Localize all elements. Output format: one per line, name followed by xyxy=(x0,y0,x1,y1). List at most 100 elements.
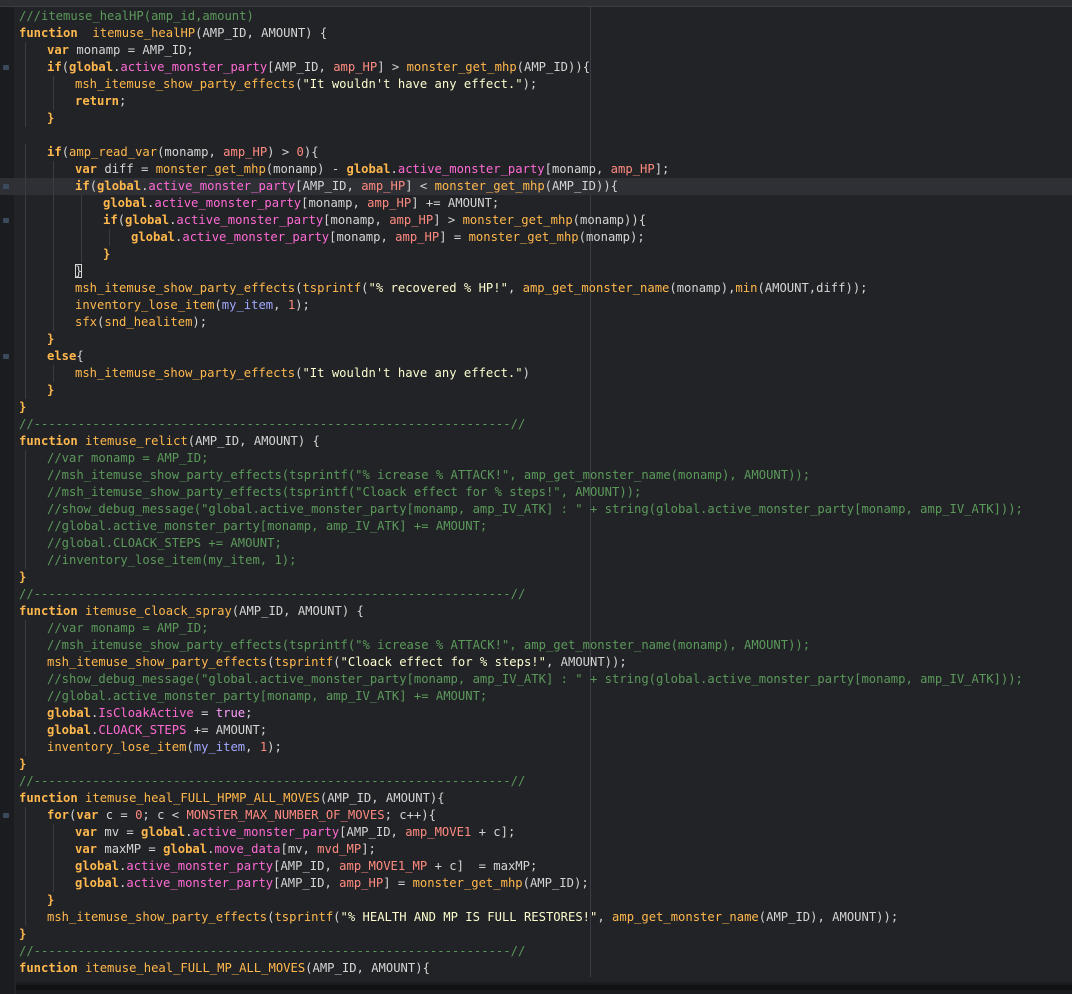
code-line[interactable]: var mv = global.active_monster_party[AMP… xyxy=(0,824,1072,841)
code-token: min xyxy=(735,281,758,295)
code-line[interactable]: //global.active_monster_party[monamp, am… xyxy=(0,688,1072,705)
code-editor[interactable]: ///itemuse_healHP(amp_id,amount) function… xyxy=(0,0,1072,994)
code-line[interactable]: } xyxy=(0,110,1072,127)
fold-marker-icon[interactable] xyxy=(3,813,9,818)
code-line[interactable]: ///itemuse_healHP(amp_id,amount) xyxy=(0,8,1072,25)
code-line[interactable]: //show_debug_message("global.active_mons… xyxy=(0,501,1072,518)
code-token: monster_get_mhp xyxy=(462,213,573,227)
code-line[interactable]: } xyxy=(0,926,1072,943)
code-line[interactable]: //--------------------------------------… xyxy=(0,416,1072,433)
code-line[interactable]: msh_itemuse_show_party_effects("It would… xyxy=(0,76,1072,93)
code-line[interactable]: function itemuse_healHP(AMP_ID, AMOUNT) … xyxy=(0,25,1072,42)
editor-top-border xyxy=(0,0,1072,7)
fold-marker-icon[interactable] xyxy=(3,218,9,223)
code-line[interactable]: //msh_itemuse_show_party_effects(tsprint… xyxy=(0,484,1072,501)
code-line[interactable]: function itemuse_heal_FULL_HPMP_ALL_MOVE… xyxy=(0,790,1072,807)
code-line[interactable]: global.active_monster_party[AMP_ID, amp_… xyxy=(0,858,1072,875)
code-text: //show_debug_message("global.active_mons… xyxy=(19,502,1023,516)
code-line[interactable]: global.CLOACK_STEPS += AMOUNT; xyxy=(0,722,1072,739)
code-token: ; xyxy=(119,94,127,108)
code-line[interactable]: global.active_monster_party[monamp, amp_… xyxy=(0,229,1072,246)
code-line[interactable]: //show_debug_message("global.active_mons… xyxy=(0,671,1072,688)
code-text: } xyxy=(19,247,110,261)
code-token: inventory_lose_item xyxy=(75,298,215,312)
code-line[interactable]: return; xyxy=(0,93,1072,110)
code-line[interactable]: function itemuse_cloack_spray(AMP_ID, AM… xyxy=(0,603,1072,620)
code-token: (AMP_ID); xyxy=(522,876,589,890)
code-line[interactable]: function itemuse_relict(AMP_ID, AMOUNT) … xyxy=(0,433,1072,450)
code-line[interactable]: } xyxy=(0,399,1072,416)
code-line[interactable]: //msh_itemuse_show_party_effects(tsprint… xyxy=(0,637,1072,654)
code-token: ( xyxy=(61,60,70,74)
code-line[interactable]: } xyxy=(0,569,1072,586)
code-line[interactable]: else{ xyxy=(0,348,1072,365)
code-text: //--------------------------------------… xyxy=(19,944,525,958)
code-token: msh_itemuse_show_party_effects xyxy=(47,910,268,924)
code-line[interactable]: } xyxy=(0,246,1072,263)
code-line[interactable]: var maxMP = global.move_data[mv, mvd_MP]… xyxy=(0,841,1072,858)
code-line[interactable]: //--------------------------------------… xyxy=(0,773,1072,790)
indent-guide xyxy=(53,212,54,229)
code-line[interactable]: } xyxy=(0,263,1072,280)
code-token: monster_get_mhp xyxy=(406,60,517,74)
code-line[interactable]: for(var c = 0; c < MONSTER_MAX_NUMBER_OF… xyxy=(0,807,1072,824)
code-line[interactable]: msh_itemuse_show_party_effects(tsprintf(… xyxy=(0,909,1072,926)
code-token: amp_HP xyxy=(361,179,406,193)
code-line[interactable] xyxy=(0,127,1072,144)
code-token: msh_itemuse_show_party_effects xyxy=(75,281,296,295)
code-text: msh_itemuse_show_party_effects("It would… xyxy=(19,366,530,380)
code-line[interactable]: function itemuse_heal_FULL_MP_ALL_MOVES(… xyxy=(0,960,1072,977)
code-token: snd_healitem xyxy=(104,315,193,329)
code-line[interactable]: } xyxy=(0,892,1072,909)
code-text: msh_itemuse_show_party_effects (tsprintf (… xyxy=(19,910,898,924)
code-line[interactable]: //--------------------------------------… xyxy=(0,586,1072,603)
code-line[interactable]: //var monamp = AMP_ID; xyxy=(0,620,1072,637)
code-line[interactable]: } xyxy=(0,331,1072,348)
code-line[interactable]: if(global.active_monster_party[AMP_ID, a… xyxy=(0,59,1072,76)
fold-marker-icon[interactable] xyxy=(3,65,9,70)
code-line[interactable]: //global.active_monster_party[monamp, am… xyxy=(0,518,1072,535)
code-token: [AMP_ID, xyxy=(267,60,334,74)
code-line[interactable]: global.IsCloakActive = true; xyxy=(0,705,1072,722)
code-line[interactable]: //var monamp = AMP_ID; xyxy=(0,450,1072,467)
code-line[interactable]: } xyxy=(0,756,1072,773)
fold-marker-icon[interactable] xyxy=(3,184,9,189)
code-token: monster_get_mhp xyxy=(434,179,545,193)
code-line[interactable]: if(global.active_monster_party[AMP_ID, a… xyxy=(0,178,1072,195)
code-line[interactable]: inventory_lose_item(my_item, 1); xyxy=(0,297,1072,314)
code-line[interactable]: msh_itemuse_show_party_effects(tsprintf(… xyxy=(0,654,1072,671)
horizontal-scrollbar[interactable] xyxy=(16,982,1072,994)
code-token: ]; xyxy=(654,162,670,176)
code-line[interactable]: sfx(snd_healitem); xyxy=(0,314,1072,331)
code-text: inventory_lose_item(my_item, 1); xyxy=(19,298,310,312)
code-line[interactable]: msh_itemuse_show_party_effects(tsprintf(… xyxy=(0,280,1072,297)
code-line[interactable]: } xyxy=(0,382,1072,399)
code-token: inventory_lose_item xyxy=(47,740,187,754)
fold-marker-icon[interactable] xyxy=(3,354,9,359)
code-line[interactable]: if(global.active_monster_party[monamp, a… xyxy=(0,212,1072,229)
code-line[interactable]: //inventory_lose_item(my_item, 1); xyxy=(0,552,1072,569)
code-line[interactable]: msh_itemuse_show_party_effects("It would… xyxy=(0,365,1072,382)
code-token: function xyxy=(19,961,78,975)
code-token: (monamp) - xyxy=(265,162,347,176)
code-token: "% HEALTH AND MP IS FULL RESTORES!" xyxy=(340,910,598,924)
code-line[interactable]: global.active_monster_party[monamp, amp_… xyxy=(0,195,1072,212)
code-line[interactable]: //msh_itemuse_show_party_effects(tsprint… xyxy=(0,467,1072,484)
code-line[interactable]: //--------------------------------------… xyxy=(0,943,1072,960)
code-token: active_monster_party xyxy=(126,859,274,873)
code-line[interactable]: var diff = monster_get_mhp(monamp) - glo… xyxy=(0,161,1072,178)
code-line[interactable]: if(amp_read_var(monamp, amp_HP) > 0){ xyxy=(0,144,1072,161)
code-lines[interactable]: ///itemuse_healHP(amp_id,amount) function… xyxy=(0,8,1072,977)
code-text: var diff = monster_get_mhp(monamp) - glo… xyxy=(19,162,669,176)
code-line[interactable]: inventory_lose_item(my_item, 1); xyxy=(0,739,1072,756)
indent-guide xyxy=(25,280,26,297)
code-line[interactable]: //global.CLOACK_STEPS += AMOUNT; xyxy=(0,535,1072,552)
code-text: if(global.active_monster_party[AMP_ID, a… xyxy=(19,60,590,74)
code-token: } xyxy=(47,893,55,907)
code-line[interactable]: var monamp = AMP_ID; xyxy=(0,42,1072,59)
code-token: //--------------------------------------… xyxy=(19,944,526,958)
scrollbar-thumb[interactable] xyxy=(16,985,1072,990)
code-line[interactable]: global.active_monster_party[AMP_ID, amp_… xyxy=(0,875,1072,892)
indent-guide xyxy=(25,382,26,399)
